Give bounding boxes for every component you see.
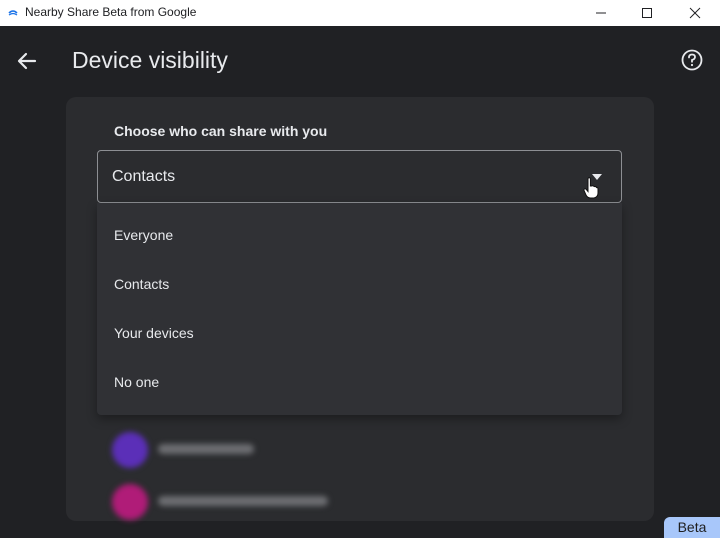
option-label: No one — [114, 374, 160, 390]
avatar — [112, 484, 148, 520]
contact-name-redacted — [158, 444, 254, 454]
option-no-one[interactable]: No one — [97, 358, 622, 407]
visibility-dropdown-menu: Everyone Contacts Your devices No one — [97, 203, 622, 415]
hand-cursor-icon — [583, 177, 599, 199]
option-your-devices[interactable]: Your devices — [97, 309, 622, 358]
selected-value: Contacts — [112, 168, 176, 185]
option-contacts[interactable]: Contacts — [97, 260, 622, 309]
contact-name-redacted — [158, 496, 328, 506]
visibility-select[interactable]: Contacts — [97, 150, 622, 203]
page-title: Device visibility — [72, 47, 228, 73]
contact-list-item[interactable] — [112, 484, 512, 524]
option-label: Contacts — [114, 276, 170, 292]
visibility-label: Choose who can share with you — [114, 123, 328, 139]
back-button[interactable] — [12, 46, 42, 76]
minimize-icon — [596, 12, 606, 14]
beta-badge: Beta — [664, 517, 720, 538]
arrow-left-icon — [17, 52, 37, 70]
help-button[interactable] — [679, 47, 705, 73]
minimize-button[interactable] — [578, 0, 624, 26]
window-title: Nearby Share Beta from Google — [25, 5, 197, 19]
close-button[interactable] — [672, 0, 718, 26]
maximize-button[interactable] — [624, 0, 670, 26]
app-icon — [8, 10, 18, 16]
option-label: Everyone — [114, 227, 174, 243]
close-icon — [689, 7, 701, 19]
maximize-icon — [642, 8, 652, 18]
window-titlebar: Nearby Share Beta from Google — [0, 0, 720, 26]
option-label: Your devices — [114, 325, 194, 341]
help-circle-icon — [681, 49, 703, 71]
avatar — [112, 432, 148, 468]
contact-list-item[interactable] — [112, 432, 512, 472]
option-everyone[interactable]: Everyone — [97, 211, 622, 260]
